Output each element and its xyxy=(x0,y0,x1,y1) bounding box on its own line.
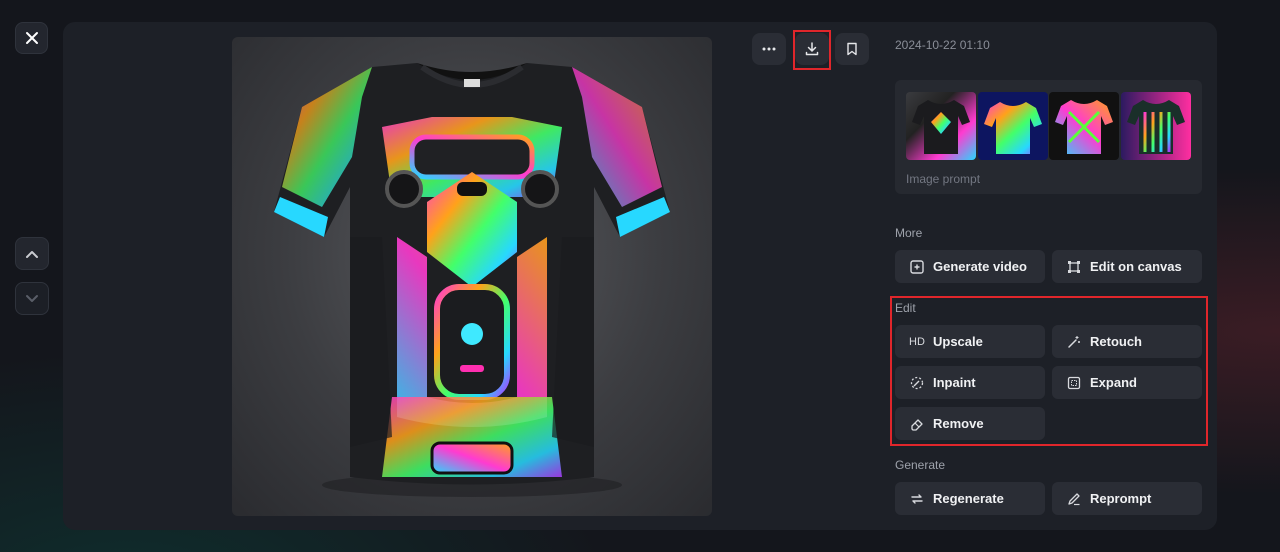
magic-wand-icon xyxy=(1066,335,1082,349)
image-prompt-label: Image prompt xyxy=(906,172,981,186)
more-section-label: More xyxy=(895,226,923,240)
generate-video-button[interactable]: Generate video xyxy=(895,250,1045,283)
edit-on-canvas-button[interactable]: Edit on canvas xyxy=(1052,250,1202,283)
prompt-thumbnail-4[interactable] xyxy=(1121,92,1191,160)
download-button[interactable] xyxy=(795,33,829,65)
regenerate-label: Regenerate xyxy=(933,491,1004,506)
edit-section-label: Edit xyxy=(895,301,916,315)
more-icon xyxy=(762,47,776,51)
download-icon xyxy=(805,42,819,56)
pencil-icon xyxy=(1066,492,1082,506)
previous-image-button[interactable] xyxy=(15,237,49,270)
chevron-up-icon xyxy=(26,250,38,258)
next-image-button[interactable] xyxy=(15,282,49,315)
expand-label: Expand xyxy=(1090,375,1137,390)
generated-image xyxy=(232,37,712,516)
eraser-icon xyxy=(909,417,925,431)
prompt-thumbnail-2[interactable] xyxy=(978,92,1048,160)
prompt-thumbnail-1[interactable] xyxy=(906,92,976,160)
expand-icon xyxy=(1066,376,1082,390)
inpaint-button[interactable]: Inpaint xyxy=(895,366,1045,399)
canvas-icon xyxy=(1066,260,1082,274)
reprompt-label: Reprompt xyxy=(1090,491,1152,506)
prompt-thumbnail-3[interactable] xyxy=(1049,92,1119,160)
upscale-button[interactable]: HD Upscale xyxy=(895,325,1045,358)
remove-label: Remove xyxy=(933,416,984,431)
creation-timestamp: 2024-10-22 01:10 xyxy=(895,38,990,52)
chevron-down-icon xyxy=(26,294,38,302)
close-icon xyxy=(25,32,38,44)
bookmark-icon xyxy=(847,42,857,56)
video-add-icon xyxy=(909,259,925,274)
retouch-label: Retouch xyxy=(1090,334,1142,349)
regenerate-button[interactable]: Regenerate xyxy=(895,482,1045,515)
generate-section-label: Generate xyxy=(895,458,946,472)
remove-button[interactable]: Remove xyxy=(895,407,1045,440)
bookmark-button[interactable] xyxy=(835,33,869,65)
reprompt-button[interactable]: Reprompt xyxy=(1052,482,1202,515)
inpaint-label: Inpaint xyxy=(933,375,976,390)
expand-button[interactable]: Expand xyxy=(1052,366,1202,399)
upscale-label: Upscale xyxy=(933,334,983,349)
generate-video-label: Generate video xyxy=(933,259,1027,274)
edit-on-canvas-label: Edit on canvas xyxy=(1090,259,1182,274)
hd-icon: HD xyxy=(909,335,925,348)
close-button[interactable] xyxy=(15,22,48,54)
regenerate-icon xyxy=(909,492,925,506)
more-options-button[interactable] xyxy=(752,33,786,65)
inpaint-icon xyxy=(909,376,925,390)
retouch-button[interactable]: Retouch xyxy=(1052,325,1202,358)
